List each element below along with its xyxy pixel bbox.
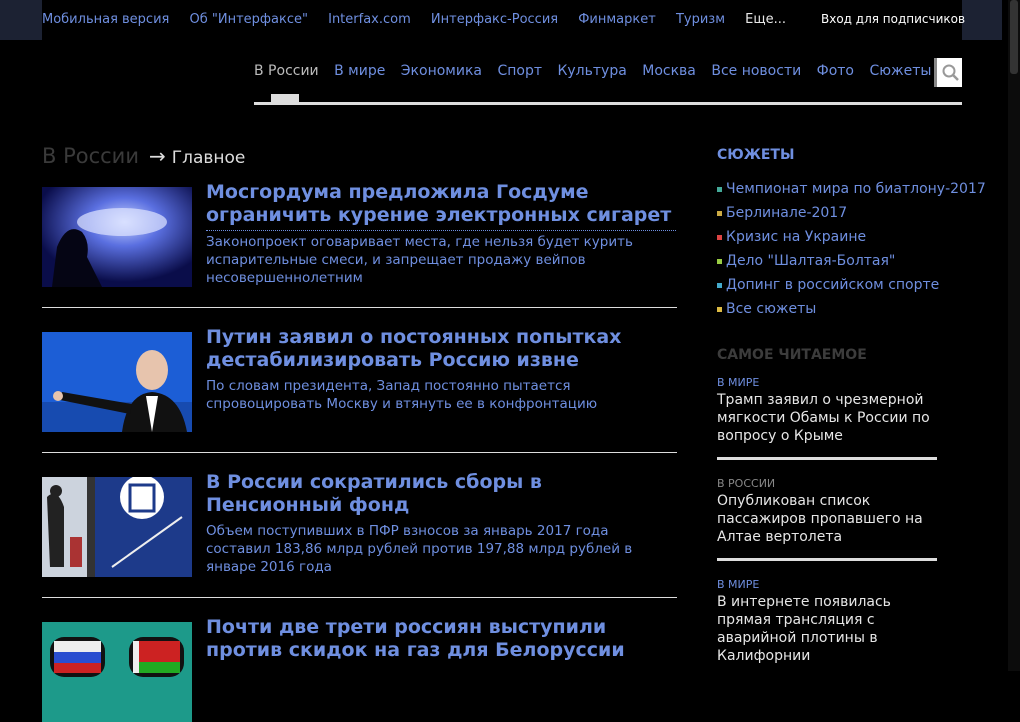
nav-item-sport[interactable]: Спорт — [497, 63, 542, 79]
news-thumbnail-vape[interactable] — [42, 187, 192, 287]
story-label[interactable]: Все сюжеты — [726, 301, 816, 317]
news-thumbnail-pension-fund[interactable] — [42, 477, 192, 577]
bullet-icon — [717, 210, 722, 216]
news-lead[interactable]: Объем поступивших в ПФР взносов за январ… — [206, 522, 676, 576]
nav-underline — [254, 102, 962, 105]
popular-item: В МИРЕ Трамп заявил о чрезмерной мягкост… — [717, 376, 937, 460]
popular-separator — [717, 558, 937, 561]
news-title[interactable]: Путин заявил о постоянных попытках деста… — [206, 326, 676, 372]
news-thumbnail-putin[interactable] — [42, 332, 192, 432]
nav-item-culture[interactable]: Культура — [557, 63, 626, 79]
nav-active-marker — [271, 94, 299, 103]
nav-item-russia[interactable]: В России — [254, 63, 319, 79]
scrollbar-thumb[interactable] — [1010, 0, 1018, 74]
top-link-interfax-russia[interactable]: Интерфакс-Россия — [431, 12, 558, 27]
bullet-icon — [717, 234, 722, 240]
story-link[interactable]: Берлинале-2017 — [717, 204, 986, 228]
news-title[interactable]: Почти две трети россиян выступили против… — [206, 616, 676, 662]
stories-list: Чемпионат мира по биатлону-2017 Берлинал… — [717, 180, 986, 324]
main-nav: В России В мире Экономика Спорт Культура… — [254, 63, 942, 79]
story-label[interactable]: Кризис на Украине — [726, 229, 866, 245]
top-bar: Мобильная версия Об "Интерфаксе" Interfa… — [0, 0, 1020, 40]
top-link-tourism[interactable]: Туризм — [676, 12, 725, 27]
news-separator — [42, 452, 677, 453]
top-links: Мобильная версия Об "Интерфаксе" Interfa… — [42, 12, 802, 27]
breadcrumb-section[interactable]: В России — [42, 144, 139, 168]
news-separator — [42, 307, 677, 308]
breadcrumb-page: Главное — [171, 148, 246, 168]
news-lead[interactable]: По словам президента, Запад постоянно пы… — [206, 377, 676, 413]
story-label[interactable]: Берлинале-2017 — [726, 205, 847, 221]
story-link[interactable]: Все сюжеты — [717, 300, 986, 324]
top-link-mobile[interactable]: Мобильная версия — [42, 12, 169, 27]
breadcrumb: В России → Главное — [42, 144, 245, 168]
news-title[interactable]: В России сократились сборы в Пенсионный … — [206, 471, 676, 517]
popular-heading: САМОЕ ЧИТАЕМОЕ — [717, 347, 867, 363]
story-link[interactable]: Чемпионат мира по биатлону-2017 — [717, 180, 986, 204]
top-bar-left-edge — [0, 0, 42, 40]
story-label[interactable]: Дело "Шалтая-Болтая" — [726, 253, 895, 269]
stories-heading[interactable]: СЮЖЕТЫ — [717, 147, 794, 163]
story-label[interactable]: Допинг в российском спорте — [726, 277, 939, 293]
top-link-more[interactable]: Еще... — [745, 12, 786, 27]
top-link-about[interactable]: Об "Интерфаксе" — [190, 12, 308, 27]
story-link[interactable]: Допинг в российском спорте — [717, 276, 986, 300]
nav-item-world[interactable]: В мире — [334, 63, 385, 79]
popular-item: В МИРЕ В интернете появилась прямая тран… — [717, 578, 937, 665]
nav-item-economy[interactable]: Экономика — [401, 63, 482, 79]
top-link-interfax-com[interactable]: Interfax.com — [328, 12, 411, 27]
popular-title[interactable]: Трамп заявил о чрезмерной мягкости Обамы… — [717, 391, 937, 445]
popular-rubric[interactable]: В РОССИИ — [717, 477, 937, 490]
nav-item-moscow[interactable]: Москва — [642, 63, 696, 79]
bullet-icon — [717, 258, 722, 264]
news-thumbnail-gas-flags[interactable] — [42, 622, 192, 722]
nav-item-all-news[interactable]: Все новости — [711, 63, 801, 79]
popular-rubric[interactable]: В МИРЕ — [717, 578, 937, 591]
nav-item-stories[interactable]: Сюжеты — [869, 63, 931, 79]
story-link[interactable]: Кризис на Украине — [717, 228, 986, 252]
news-lead[interactable]: Законопроект оговаривает места, где нель… — [206, 233, 676, 287]
story-label[interactable]: Чемпионат мира по биатлону-2017 — [726, 181, 986, 197]
search-button[interactable] — [934, 58, 962, 87]
top-link-finmarket[interactable]: Финмаркет — [578, 12, 656, 27]
story-link[interactable]: Дело "Шалтая-Болтая" — [717, 252, 986, 276]
popular-item: В РОССИИ Опубликован список пассажиров п… — [717, 477, 937, 561]
popular-rubric[interactable]: В МИРЕ — [717, 376, 937, 389]
subscriber-login-link[interactable]: Вход для подписчиков — [821, 12, 965, 26]
news-title[interactable]: Мосгордума предложила Госдуме ограничить… — [206, 181, 676, 227]
popular-title[interactable]: Опубликован список пассажиров пропавшего… — [717, 492, 937, 546]
bullet-icon — [717, 282, 722, 288]
nav-item-photo[interactable]: Фото — [817, 63, 854, 79]
title-divider — [206, 230, 676, 231]
bullet-icon — [717, 306, 722, 312]
scrollbar[interactable] — [1008, 0, 1020, 671]
top-bar-right-edge — [962, 0, 1002, 40]
breadcrumb-arrow-icon: → — [148, 144, 166, 168]
popular-separator — [717, 457, 937, 460]
bullet-icon — [717, 186, 722, 192]
search-icon — [942, 64, 959, 81]
news-separator — [42, 597, 677, 598]
popular-title[interactable]: В интернете появилась прямая трансляция … — [717, 593, 937, 665]
